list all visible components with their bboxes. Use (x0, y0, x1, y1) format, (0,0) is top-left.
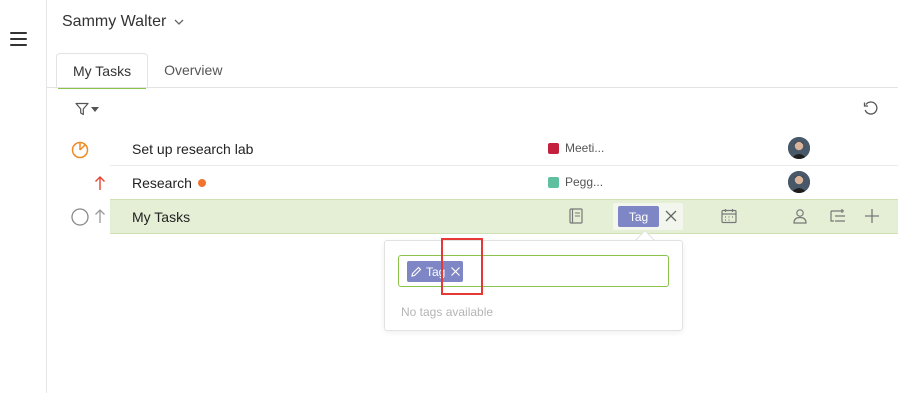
task-title: Set up research lab (132, 141, 254, 157)
tab-label: Overview (164, 62, 223, 78)
close-icon (451, 267, 461, 276)
tag-field[interactable]: Tag (613, 203, 683, 230)
workspace-name: Sammy Walter (62, 13, 167, 30)
tag-label: Meeti... (565, 141, 605, 155)
workspace-selector[interactable]: Sammy Walter (62, 13, 184, 31)
avatar[interactable] (788, 137, 810, 159)
tag-color-swatch (548, 142, 559, 154)
tag-pill[interactable]: Tag (618, 206, 659, 227)
avatar[interactable] (788, 171, 810, 193)
status-dot (197, 179, 206, 187)
user-photo-icon (788, 137, 810, 159)
no-tags-message: No tags available (401, 305, 494, 319)
tag-pill-label: Tag (628, 209, 649, 224)
menu-icon[interactable] (10, 32, 27, 46)
refresh-button[interactable] (863, 101, 879, 122)
pencil-icon[interactable] (410, 266, 422, 278)
close-icon[interactable] (664, 209, 678, 223)
view-tabs: My Tasks Overview (56, 53, 238, 89)
timer-icon[interactable] (71, 141, 89, 159)
task-name[interactable]: Set up research lab (132, 141, 253, 157)
complete-checkbox-icon[interactable] (71, 208, 89, 226)
remove-tag-button[interactable] (450, 266, 461, 277)
task-name[interactable]: Research (132, 175, 206, 191)
calendar-icon[interactable] (721, 208, 737, 224)
tag-chip-label: Tag (426, 264, 446, 279)
table-row[interactable]: Research Pegg... (60, 166, 898, 200)
left-rail (0, 0, 47, 393)
divider (47, 87, 898, 88)
table-row[interactable]: Set up research lab Meeti... (60, 132, 898, 166)
chevron-down-icon (174, 19, 184, 25)
tab-label: My Tasks (73, 63, 132, 79)
filter-icon (75, 102, 89, 116)
tag-search-input[interactable]: Tag (398, 255, 669, 287)
tag-chip[interactable]: Tag (407, 261, 463, 282)
add-icon[interactable] (865, 209, 879, 223)
tag-color-swatch (548, 176, 559, 188)
priority-arrow-icon[interactable] (94, 208, 106, 224)
filter-button[interactable] (75, 102, 99, 116)
arrow-up-icon[interactable] (94, 175, 106, 191)
tab-overview[interactable]: Overview (148, 53, 238, 88)
assignee-icon[interactable] (792, 208, 808, 224)
user-photo-icon (788, 171, 810, 193)
task-title: Research (132, 175, 192, 191)
new-task-row[interactable]: My Tasks (110, 199, 898, 234)
subtask-icon[interactable] (830, 209, 846, 223)
tag-label: Pegg... (565, 175, 604, 189)
task-name-input[interactable]: My Tasks (132, 209, 190, 225)
tab-my-tasks[interactable]: My Tasks (56, 53, 149, 89)
task-tag[interactable]: Meeti... (548, 141, 604, 155)
task-tag[interactable]: Pegg... (548, 175, 603, 189)
refresh-icon (863, 101, 878, 115)
notes-icon[interactable] (569, 208, 583, 224)
caret-down-icon (91, 106, 99, 112)
tag-popup: Tag No tags available (384, 240, 683, 331)
